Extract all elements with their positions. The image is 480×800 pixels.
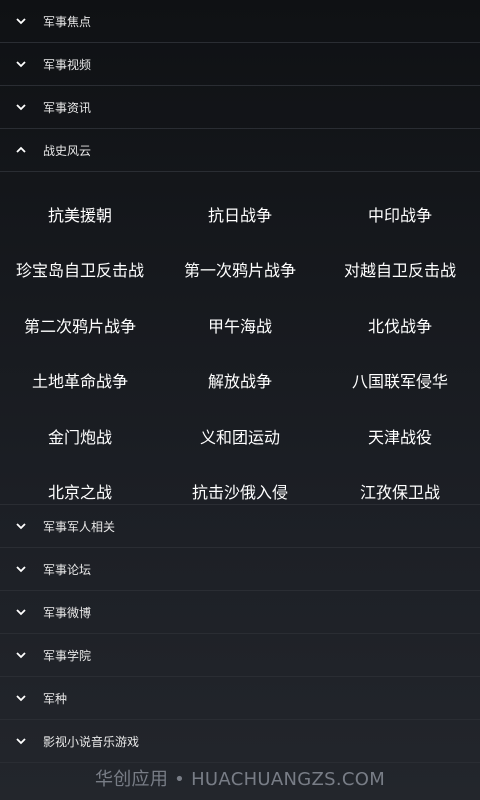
- chevron-down-icon: [6, 15, 36, 27]
- grid-row: 第二次鸦片战争 甲午海战 北伐战争: [0, 297, 480, 353]
- menu-item-military-news[interactable]: 军事资讯: [0, 86, 480, 129]
- menu-item-label: 军事视频: [43, 57, 92, 72]
- grid-item[interactable]: 北伐战争: [320, 297, 480, 353]
- chevron-down-icon: [6, 735, 36, 747]
- grid-row: 抗美援朝 抗日战争 中印战争: [0, 186, 480, 242]
- grid-item[interactable]: 甲午海战: [160, 297, 320, 353]
- watermark-text: 华创应用 • HUACHUANGZS.COM: [94, 769, 386, 790]
- menu-item-media-entertainment[interactable]: 影视小说音乐游戏: [0, 720, 480, 763]
- menu-list: 军事焦点 军事视频 军事资讯 战史风云 抗美援朝 抗日战争 中印战争 珍宝岛自卫…: [0, 0, 480, 763]
- grid-item[interactable]: 北京之战: [0, 464, 160, 520]
- menu-item-military-video[interactable]: 军事视频: [0, 43, 480, 86]
- menu-item-label: 军事资讯: [43, 100, 92, 115]
- grid-row: 金门炮战 义和团运动 天津战役: [0, 408, 480, 464]
- grid-item[interactable]: 抗日战争: [160, 186, 320, 242]
- grid-item[interactable]: 第二次鸦片战争: [0, 297, 160, 353]
- grid-row: 土地革命战争 解放战争 八国联军侵华: [0, 353, 480, 409]
- grid-item[interactable]: 对越自卫反击战: [320, 242, 480, 298]
- menu-item-military-forum[interactable]: 军事论坛: [0, 548, 480, 591]
- chevron-down-icon: [6, 520, 36, 532]
- menu-item-label: 军种: [43, 691, 68, 706]
- menu-item-war-history[interactable]: 战史风云: [0, 129, 480, 172]
- menu-item-label: 军事焦点: [43, 14, 92, 29]
- grid-item[interactable]: 江孜保卫战: [320, 464, 480, 520]
- app-screen: 军事焦点 军事视频 军事资讯 战史风云 抗美援朝 抗日战争 中印战争 珍宝岛自卫…: [0, 0, 480, 800]
- grid-item[interactable]: 八国联军侵华: [320, 353, 480, 409]
- chevron-down-icon: [6, 606, 36, 618]
- chevron-down-icon: [6, 649, 36, 661]
- grid-item[interactable]: 抗击沙俄入侵: [160, 464, 320, 520]
- grid-row: 珍宝岛自卫反击战 第一次鸦片战争 对越自卫反击战: [0, 242, 480, 298]
- war-history-grid: 抗美援朝 抗日战争 中印战争 珍宝岛自卫反击战 第一次鸦片战争 对越自卫反击战 …: [0, 172, 480, 505]
- grid-row: 北京之战 抗击沙俄入侵 江孜保卫战: [0, 464, 480, 520]
- grid-item[interactable]: 金门炮战: [0, 408, 160, 464]
- grid-item[interactable]: 第一次鸦片战争: [160, 242, 320, 298]
- menu-item-label: 军事学院: [43, 648, 92, 663]
- chevron-up-icon: [6, 144, 36, 156]
- grid-item[interactable]: 义和团运动: [160, 408, 320, 464]
- menu-item-label: 军事论坛: [43, 562, 92, 577]
- chevron-down-icon: [6, 563, 36, 575]
- menu-item-service-branches[interactable]: 军种: [0, 677, 480, 720]
- chevron-down-icon: [6, 692, 36, 704]
- menu-item-military-focus[interactable]: 军事焦点: [0, 0, 480, 43]
- chevron-down-icon: [6, 101, 36, 113]
- menu-item-label: 战史风云: [43, 143, 92, 158]
- menu-item-military-academy[interactable]: 军事学院: [0, 634, 480, 677]
- grid-item[interactable]: 珍宝岛自卫反击战: [0, 242, 160, 298]
- menu-item-label: 影视小说音乐游戏: [43, 734, 140, 749]
- grid-item[interactable]: 抗美援朝: [0, 186, 160, 242]
- menu-item-label: 军事微博: [43, 605, 92, 620]
- menu-item-military-weibo[interactable]: 军事微博: [0, 591, 480, 634]
- grid-item[interactable]: 中印战争: [320, 186, 480, 242]
- grid-item[interactable]: 土地革命战争: [0, 353, 160, 409]
- menu-item-label: 军事军人相关: [43, 519, 116, 534]
- chevron-down-icon: [6, 58, 36, 70]
- grid-item[interactable]: 天津战役: [320, 408, 480, 464]
- grid-item[interactable]: 解放战争: [160, 353, 320, 409]
